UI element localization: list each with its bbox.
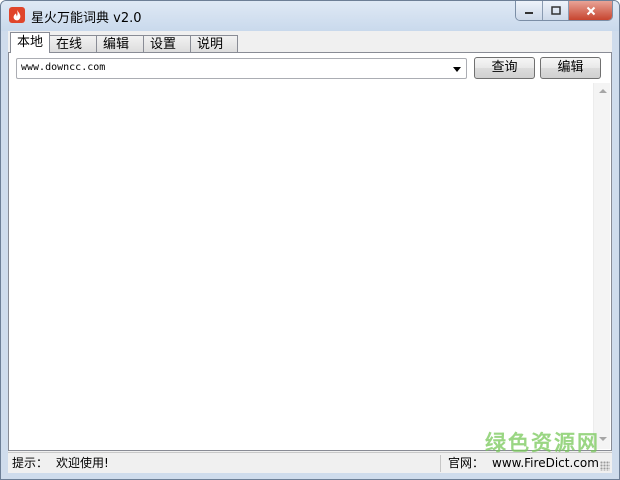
caption-buttons (515, 1, 613, 21)
minimize-icon (525, 11, 533, 14)
status-hint-label: 提示： (12, 456, 49, 470)
window-title: 星火万能词典 v2.0 (31, 11, 142, 26)
scroll-up-icon[interactable] (599, 89, 607, 93)
fire-drop-icon (9, 7, 25, 23)
tab-edit[interactable]: 编辑 (96, 35, 145, 53)
status-site-label: 官网： (448, 456, 485, 470)
tab-strip: 本地 在线 编辑 设置 说明 (10, 31, 239, 53)
close-button[interactable] (568, 1, 612, 20)
status-hint-text: 欢迎使用! (56, 456, 109, 470)
status-separator (440, 455, 441, 472)
minimize-button[interactable] (516, 1, 542, 20)
tab-local[interactable]: 本地 (10, 32, 51, 53)
result-textarea[interactable] (11, 83, 610, 449)
resize-grip[interactable] (600, 461, 610, 471)
tab-page-local: www.downcc.com 查询 编辑 (8, 52, 612, 451)
query-button[interactable]: 查询 (474, 57, 535, 79)
tab-help[interactable]: 说明 (190, 35, 239, 53)
search-combobox[interactable]: www.downcc.com (16, 58, 467, 79)
scroll-down-icon[interactable] (599, 437, 607, 441)
watermark-logo: 绿色资源网 (485, 431, 600, 455)
chevron-down-icon[interactable] (453, 67, 461, 72)
close-icon (586, 6, 595, 15)
maximize-button[interactable] (542, 1, 568, 20)
title-bar[interactable]: 星火万能词典 v2.0 (1, 1, 619, 31)
maximize-icon (550, 6, 561, 15)
tab-online[interactable]: 在线 (49, 35, 98, 53)
edit-button[interactable]: 编辑 (540, 57, 601, 79)
client-area: 本地 在线 编辑 设置 说明 www.downcc.com 查询 编辑 提示： … (8, 31, 612, 473)
main-window: 星火万能词典 v2.0 本地 在线 编辑 设置 说明 www.downcc.co… (0, 0, 620, 480)
vertical-scrollbar[interactable] (593, 83, 610, 449)
search-input[interactable]: www.downcc.com (21, 62, 105, 73)
tab-settings[interactable]: 设置 (143, 35, 192, 53)
